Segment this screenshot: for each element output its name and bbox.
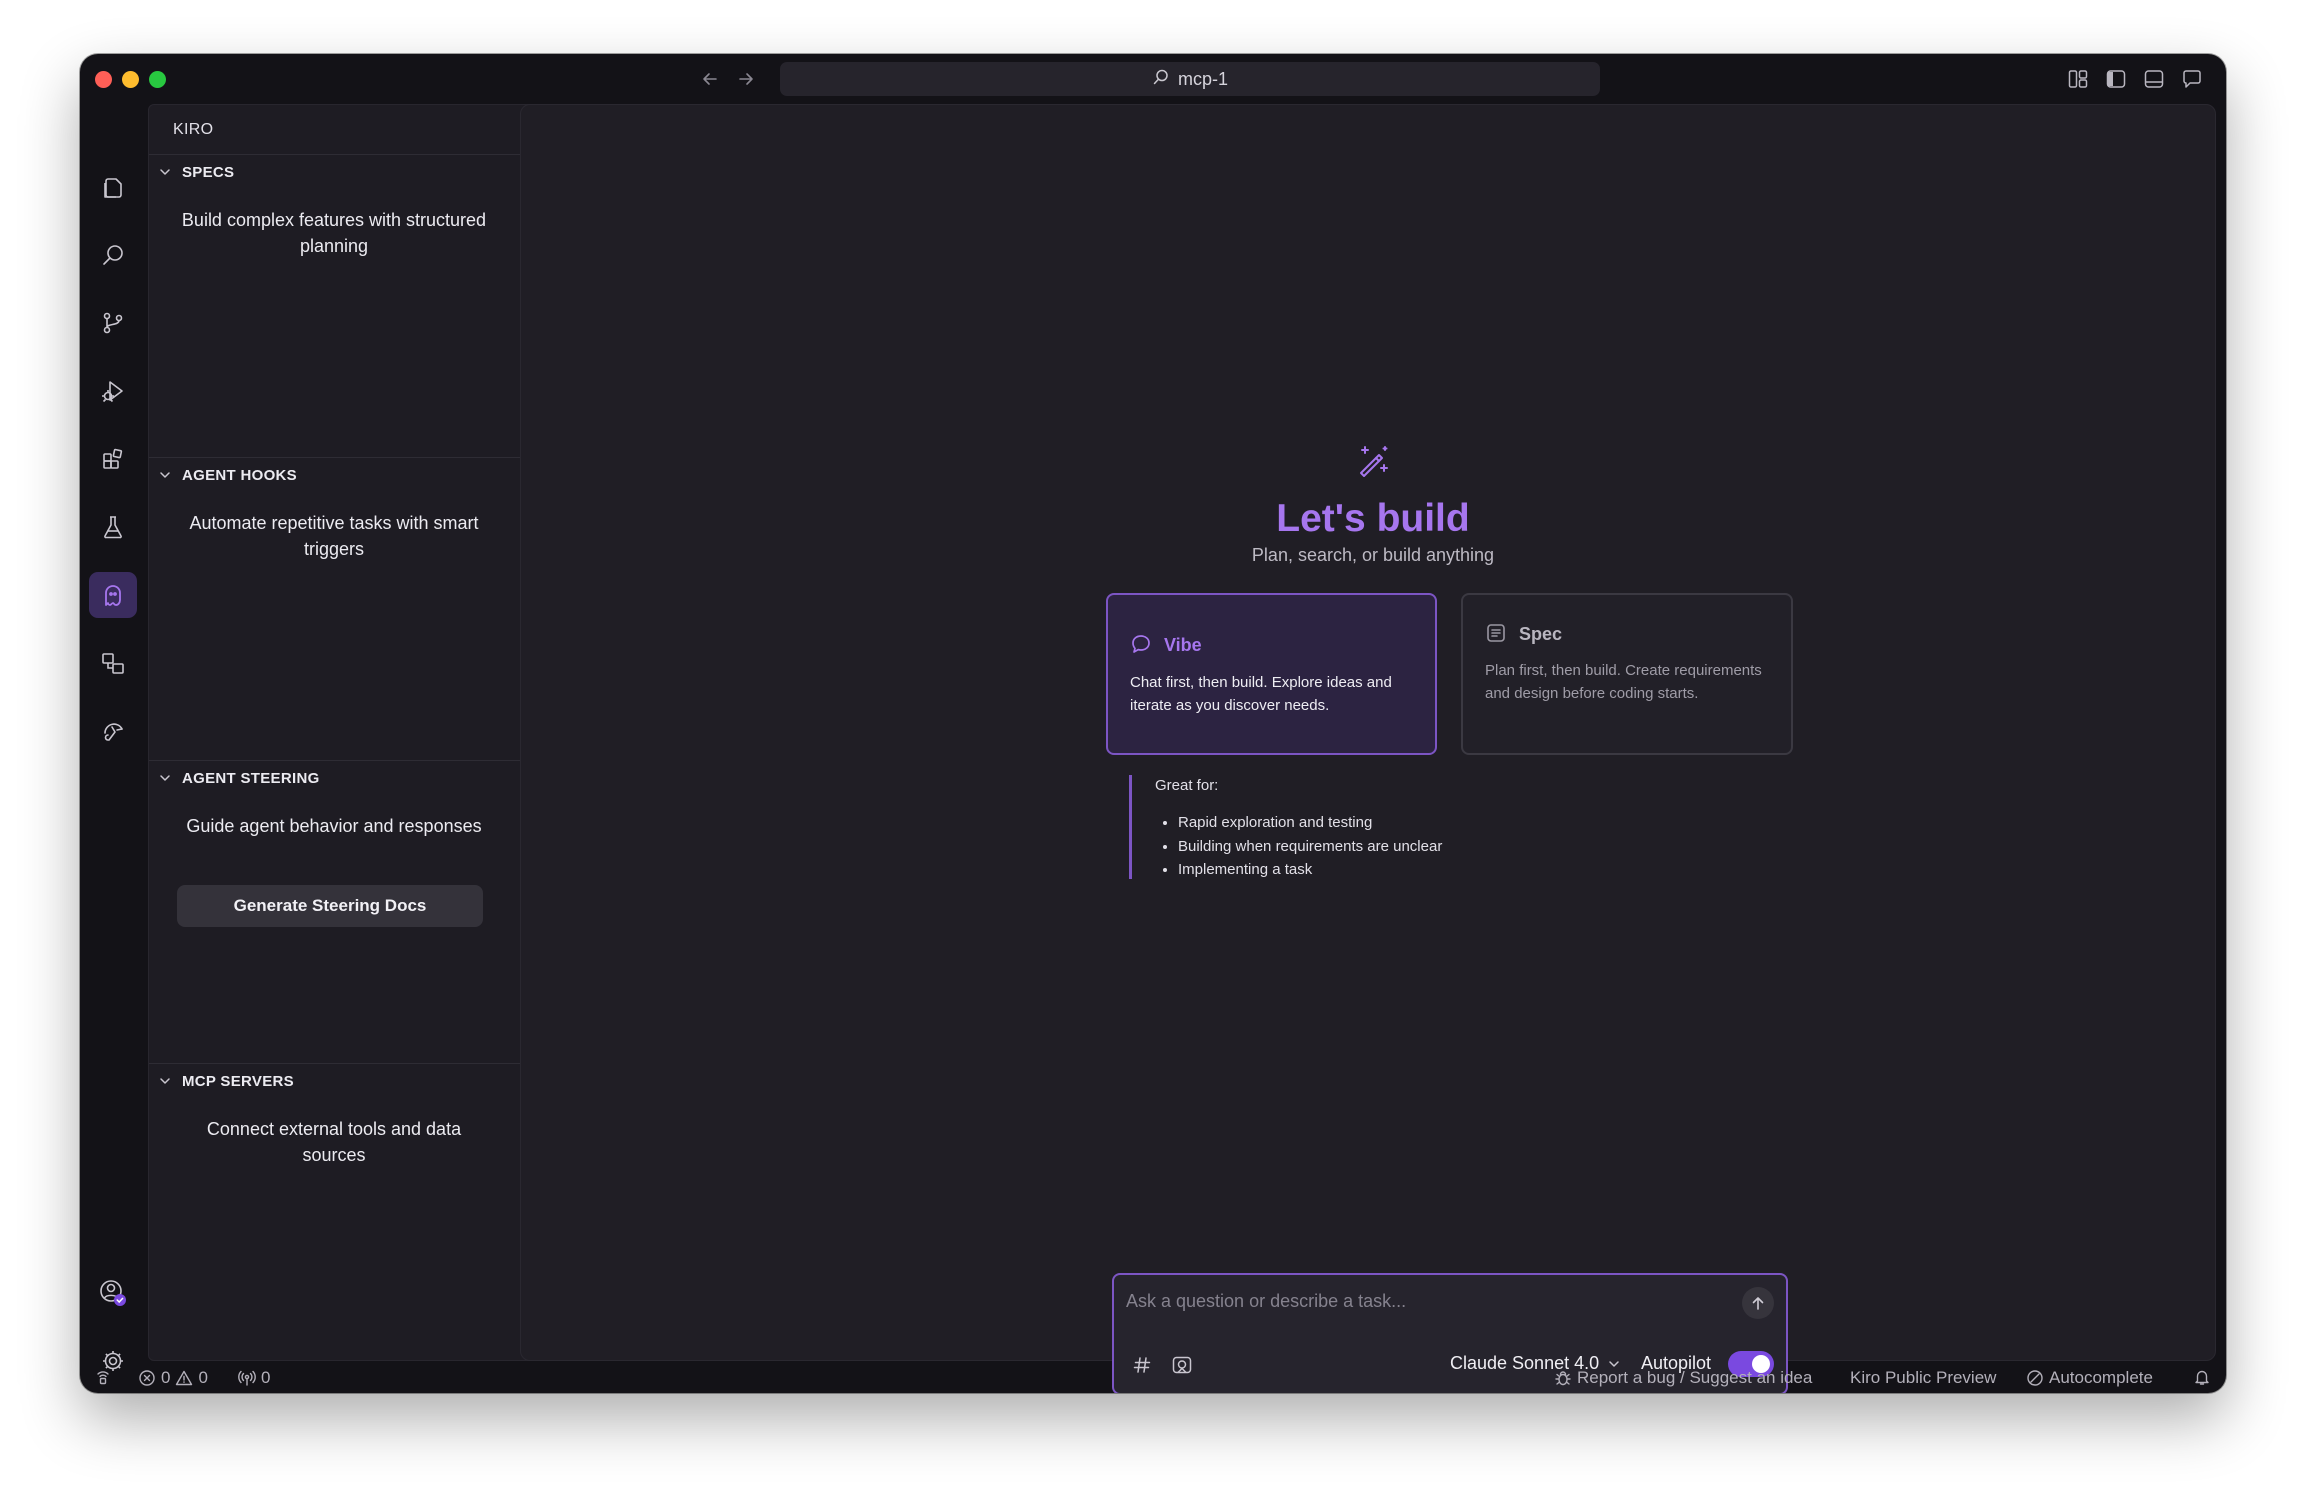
vibe-mode-card[interactable]: Vibe Chat first, then build. Explore ide… bbox=[1106, 593, 1437, 755]
error-icon bbox=[139, 1370, 155, 1386]
spec-mode-card[interactable]: Spec Plan first, then build. Create requ… bbox=[1461, 593, 1793, 755]
warning-icon bbox=[176, 1370, 193, 1386]
kiro-public-preview[interactable]: Kiro Public Preview bbox=[1850, 1368, 1996, 1388]
arrow-up-icon bbox=[1752, 1297, 1764, 1310]
status-bar: 0 0 0 Report a bug / Suggest an idea Kir… bbox=[80, 1363, 2226, 1393]
list-item: Building when requirements are unclear bbox=[1178, 835, 1442, 859]
hero-subtitle: Plan, search, or build anything bbox=[1251, 545, 1495, 565]
section-description: Connect external tools and data sources bbox=[206, 1119, 462, 1165]
notifications-bell-icon[interactable] bbox=[2193, 1368, 2211, 1386]
run-debug-icon[interactable] bbox=[89, 368, 137, 414]
search-icon[interactable] bbox=[89, 232, 137, 278]
workspace-title: mcp-1 bbox=[1177, 68, 1228, 89]
remote-explorer-icon[interactable] bbox=[89, 640, 137, 686]
list-item: Rapid exploration and testing bbox=[1178, 811, 1442, 835]
great-for-title: Great for: bbox=[1155, 777, 1219, 794]
titlebar-actions bbox=[2064, 65, 2206, 93]
account-icon[interactable] bbox=[89, 1270, 137, 1316]
section-title: AGENT HOOKS bbox=[182, 467, 297, 484]
error-count: 0 bbox=[161, 1368, 171, 1387]
document-list-icon bbox=[1485, 622, 1507, 649]
minimize-window-button[interactable] bbox=[122, 71, 139, 88]
kiro-ghost-icon[interactable] bbox=[89, 572, 137, 618]
remote-status-icon[interactable] bbox=[94, 1368, 112, 1386]
close-window-button[interactable] bbox=[95, 71, 112, 88]
search-icon bbox=[1152, 68, 1170, 91]
hero-title: Let's build bbox=[1276, 497, 1470, 540]
sidebar-title: KIRO bbox=[173, 121, 214, 138]
chat-bubble-icon bbox=[1130, 633, 1152, 660]
chevron-down-icon bbox=[160, 472, 170, 478]
toggle-sidebar-icon[interactable] bbox=[2102, 65, 2130, 93]
ports-count: 0 bbox=[261, 1368, 271, 1387]
section-title: AGENT STEERING bbox=[182, 770, 320, 787]
send-button[interactable] bbox=[1742, 1287, 1774, 1319]
broadcast-icon bbox=[238, 1370, 256, 1386]
report-bug-link[interactable]: Report a bug / Suggest an idea bbox=[1554, 1368, 1812, 1388]
custom-tool-icon[interactable] bbox=[89, 708, 137, 754]
kiro-public-preview-text: Kiro Public Preview bbox=[1850, 1368, 1997, 1387]
testing-icon[interactable] bbox=[89, 504, 137, 550]
section-description: Automate repetitive tasks with smart tri… bbox=[189, 513, 479, 559]
titlebar: mcp-1 bbox=[80, 54, 2226, 104]
great-for-list: Rapid exploration and testing Building w… bbox=[1178, 811, 1442, 882]
bug-icon bbox=[1555, 1371, 1571, 1386]
great-for-panel: Great for: Rapid exploration and testing… bbox=[1129, 775, 1529, 879]
activity-bar bbox=[80, 104, 146, 1371]
spec-description: Plan first, then build. Create requireme… bbox=[1485, 662, 1762, 702]
section-title: SPECS bbox=[182, 164, 235, 181]
autocomplete-status[interactable]: Autocomplete bbox=[2026, 1368, 2153, 1388]
source-control-icon[interactable] bbox=[89, 300, 137, 346]
autocomplete-text: Autocomplete bbox=[2049, 1368, 2153, 1387]
spec-title: Spec bbox=[1519, 624, 1563, 644]
layout-customize-icon[interactable] bbox=[2064, 65, 2092, 93]
main-chat-area: Let's build Plan, search, or build anyth… bbox=[520, 104, 2216, 1393]
generate-steering-docs-button[interactable]: Generate Steering Docs bbox=[177, 885, 483, 927]
problems-status[interactable]: 0 0 bbox=[138, 1368, 208, 1388]
report-bug-text: Report a bug / Suggest an idea bbox=[1577, 1368, 1813, 1387]
chevron-down-icon bbox=[160, 775, 170, 781]
extensions-icon[interactable] bbox=[89, 436, 137, 482]
chat-input[interactable] bbox=[1126, 1287, 1716, 1315]
section-description: Build complex features with structured p… bbox=[181, 210, 487, 256]
forward-arrow-icon[interactable] bbox=[731, 64, 761, 94]
vibe-title: Vibe bbox=[1164, 635, 1202, 655]
toggle-panel-icon[interactable] bbox=[2140, 65, 2168, 93]
section-description: Guide agent behavior and responses bbox=[186, 816, 482, 836]
section-title: MCP SERVERS bbox=[182, 1073, 294, 1090]
app-window: mcp-1 KIRO SPECS Build complex features … bbox=[80, 54, 2226, 1393]
chevron-down-icon bbox=[160, 169, 170, 175]
explorer-icon[interactable] bbox=[89, 164, 137, 210]
back-arrow-icon[interactable] bbox=[695, 64, 725, 94]
chat-icon[interactable] bbox=[2178, 65, 2206, 93]
magic-wand-icon bbox=[1355, 443, 1391, 479]
ports-status[interactable]: 0 bbox=[238, 1368, 270, 1388]
list-item: Implementing a task bbox=[1178, 858, 1442, 882]
vibe-description: Chat first, then build. Explore ideas an… bbox=[1130, 674, 1392, 714]
warning-count: 0 bbox=[198, 1368, 208, 1387]
zoom-window-button[interactable] bbox=[149, 71, 166, 88]
chevron-down-icon bbox=[160, 1078, 170, 1084]
command-center-search[interactable]: mcp-1 bbox=[780, 62, 1600, 96]
autocomplete-disabled-icon bbox=[2027, 1370, 2043, 1386]
